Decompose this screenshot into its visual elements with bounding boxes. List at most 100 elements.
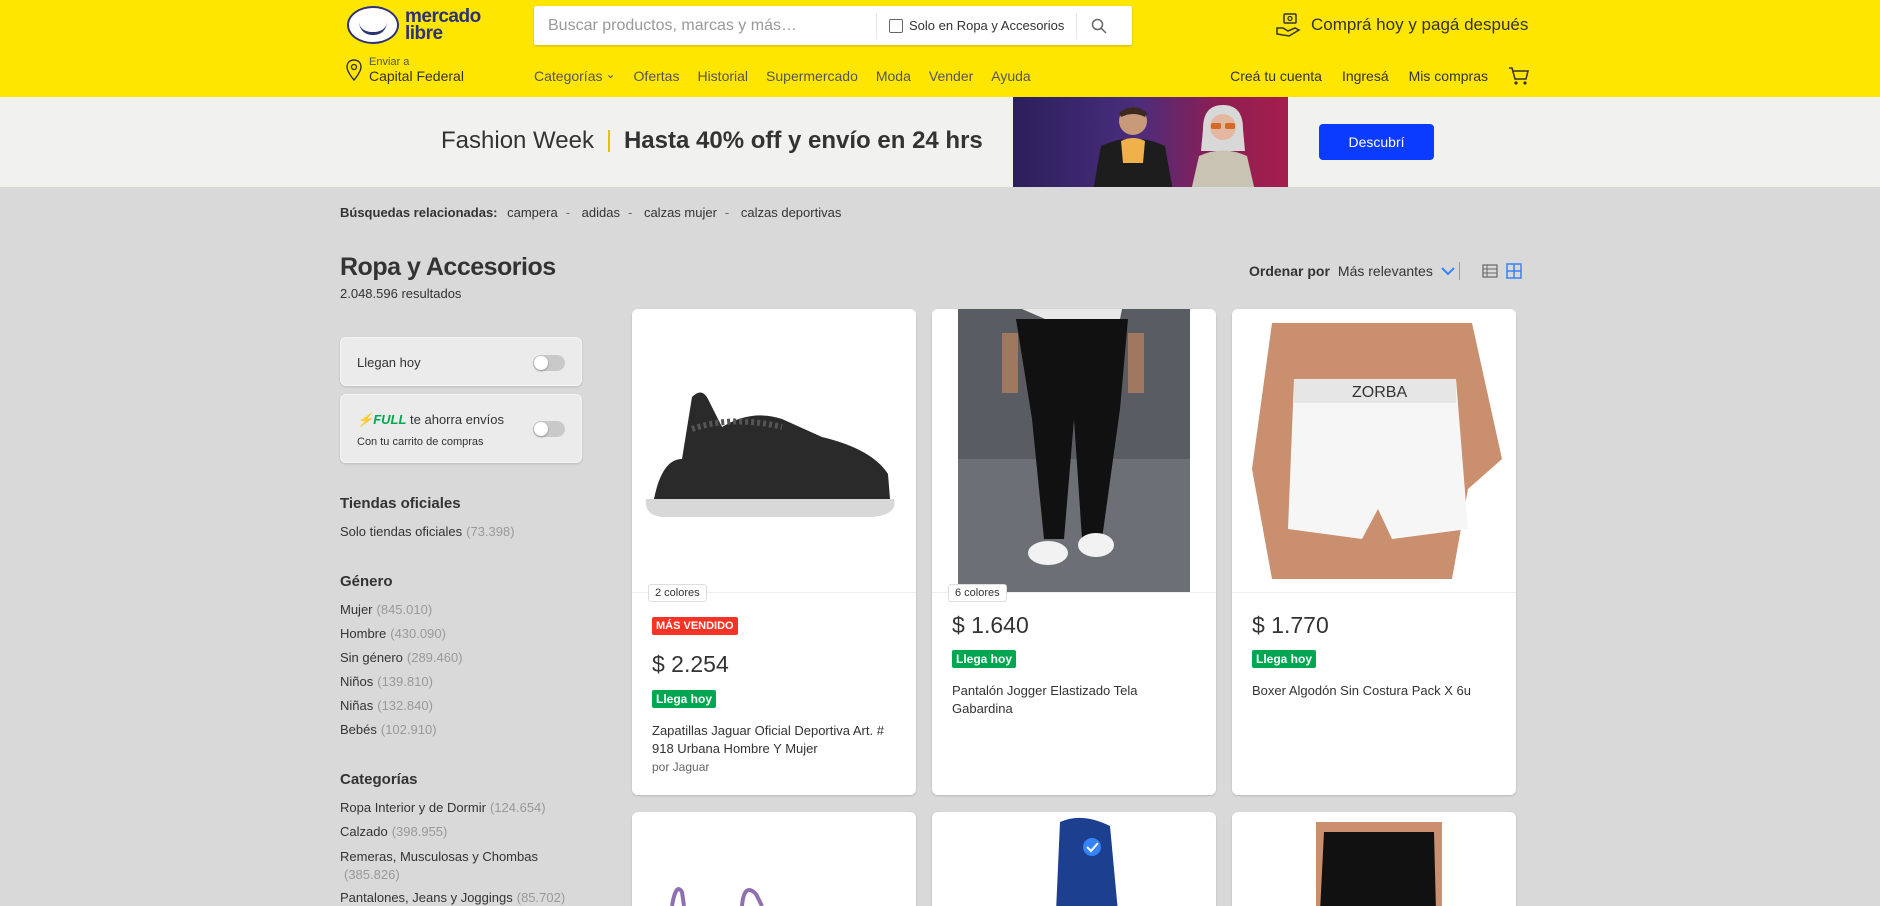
filter-option[interactable]: Ropa Interior y de Dormir (124.654) [340, 800, 565, 824]
chevron-down-icon [1441, 267, 1455, 276]
sneaker-image [645, 392, 895, 517]
nav-ofertas[interactable]: Ofertas [634, 68, 680, 84]
filter-option[interactable]: Mujer (845.010) [340, 602, 463, 626]
separator: - [565, 205, 571, 220]
checkbox[interactable] [889, 18, 903, 33]
delivery-location[interactable]: Enviar a Capital Federal [345, 56, 464, 84]
filter-categorias: Categorías Ropa Interior y de Dormir (124… [340, 771, 565, 906]
list-view-icon[interactable] [1482, 263, 1498, 279]
location-small-label: Enviar a [369, 56, 410, 68]
llegan-hoy-filter[interactable]: Llegan hoy [340, 337, 582, 386]
full-toggle[interactable] [533, 421, 565, 437]
search-category-filter[interactable]: Solo en Ropa y Accesorios [876, 12, 1076, 39]
logo-text: mercado libre [405, 6, 481, 44]
hand-money-icon [1276, 13, 1301, 37]
female-model-image [1191, 105, 1255, 187]
related-term[interactable]: calzas mujer [644, 205, 717, 220]
divider [1459, 262, 1460, 280]
best-seller-badge: MÁS VENDIDO [652, 617, 738, 635]
product-image [1316, 822, 1442, 906]
product-brand: por Jaguar [652, 760, 710, 774]
product-title[interactable]: Pantalón Jogger Elastizado Tela Gabardin… [952, 682, 1200, 718]
nav-moda[interactable]: Moda [876, 68, 911, 84]
product-image[interactable]: ZORBA [1232, 309, 1516, 593]
product-title[interactable]: Boxer Algodón Sin Costura Pack X 6u [1252, 682, 1500, 700]
llegan-hoy-label: Llegan hoy [357, 355, 421, 370]
product-card[interactable] [932, 812, 1216, 906]
colors-tag: 2 colores [648, 584, 707, 602]
brand-logo: ZORBA [1352, 384, 1407, 401]
product-card[interactable]: 2 colores MÁS VENDIDO $ 2.254 Llega hoy … [632, 309, 916, 795]
full-badge: ⚡FULL [357, 412, 407, 427]
product-title[interactable]: Zapatillas Jaguar Oficial Deportiva Art.… [652, 722, 900, 758]
nav-ayuda[interactable]: Ayuda [991, 68, 1030, 84]
delivery-badge: Llega hoy [1252, 650, 1317, 668]
header: mercadolibre Solo en Ropa y Accesorios C… [0, 0, 1880, 97]
sort-dropdown[interactable]: Ordenar por Más relevantes [1249, 263, 1455, 279]
filter-option[interactable]: Solo tiendas oficiales (73.398) [340, 524, 515, 548]
main-nav: Categorías Ofertas Historial Supermercad… [534, 68, 1031, 84]
filter-option[interactable]: Niñas (132.840) [340, 698, 463, 722]
search-input[interactable] [534, 6, 876, 45]
jogger-pants-image [958, 309, 1190, 592]
related-term[interactable]: calzas deportivas [741, 205, 841, 220]
product-card[interactable] [1232, 812, 1516, 906]
filter-title: Género [340, 573, 393, 590]
product-price: $ 2.254 [652, 651, 729, 677]
filter-option[interactable]: Remeras, Musculosas y Chombas (385.826) [340, 848, 560, 890]
user-nav: Creá tu cuenta Ingresá Mis compras [1230, 66, 1530, 86]
filter-title: Categorías [340, 771, 418, 788]
filter-title: Tiendas oficiales [340, 495, 461, 512]
product-image [1056, 817, 1118, 906]
related-term[interactable]: adidas [582, 205, 620, 220]
results-count: 2.048.596 resultados [340, 286, 462, 301]
banner-models-image [1013, 97, 1288, 187]
product-price: $ 1.770 [1252, 612, 1329, 638]
nav-categorias[interactable]: Categorías [534, 68, 616, 84]
nav-vender[interactable]: Vender [929, 68, 973, 84]
location-name: Capital Federal [369, 68, 464, 84]
filter-option[interactable]: Hombre (430.090) [340, 626, 463, 650]
search-filter-label: Solo en Ropa y Accesorios [909, 18, 1065, 33]
create-account-link[interactable]: Creá tu cuenta [1230, 68, 1322, 84]
product-image[interactable] [932, 309, 1216, 593]
login-link[interactable]: Ingresá [1342, 68, 1389, 84]
male-model-image [1093, 107, 1173, 187]
product-price: $ 1.640 [952, 612, 1029, 638]
cart-icon[interactable] [1508, 66, 1530, 86]
product-card[interactable]: ZORBA $ 1.770 Llega hoy Boxer Algodón Si… [1232, 309, 1516, 795]
llegan-hoy-toggle[interactable] [533, 355, 565, 371]
product-card[interactable] [632, 812, 916, 906]
filter-tiendas-oficiales: Tiendas oficiales Solo tiendas oficiales… [340, 495, 515, 548]
product-image [670, 887, 764, 906]
mercadolibre-logo[interactable]: mercado libre [347, 6, 481, 44]
filter-option[interactable]: Niños (139.810) [340, 674, 463, 698]
filter-option[interactable]: Pantalones, Jeans y Joggings (85.702) [340, 890, 565, 906]
banner-left-text: Fashion Week [441, 127, 594, 154]
full-shipping-filter[interactable]: ⚡FULL te ahorra envíos Con tu carrito de… [340, 394, 582, 463]
sort-label: Ordenar por [1249, 263, 1330, 279]
filter-option[interactable]: Bebés (102.910) [340, 722, 463, 746]
related-term[interactable]: campera [507, 205, 558, 220]
related-searches: Búsquedas relacionadas: campera - adidas -… [340, 205, 841, 220]
grid-view-icon[interactable] [1506, 263, 1522, 279]
location-pin-icon [346, 59, 362, 81]
page-title: Ropa y Accesorios [340, 253, 556, 281]
product-image[interactable] [632, 309, 916, 593]
delivery-badge: Llega hoy [952, 650, 1017, 668]
my-purchases-link[interactable]: Mis compras [1409, 68, 1488, 84]
promo-banner[interactable]: Fashion Week Hasta 40% off y envío en 24… [0, 97, 1880, 187]
search-button[interactable] [1076, 12, 1120, 39]
filter-option[interactable]: Calzado (398.955) [340, 824, 565, 848]
full-subtitle: Con tu carrito de compras [357, 436, 484, 448]
promo-text: Comprá hoy y pagá después [1311, 15, 1529, 34]
separator: - [724, 205, 730, 220]
banner-text: Fashion Week Hasta 40% off y envío en 24… [441, 127, 983, 155]
nav-historial[interactable]: Historial [697, 68, 748, 84]
nav-supermercado[interactable]: Supermercado [766, 68, 858, 84]
buy-now-pay-later-promo[interactable]: Comprá hoy y pagá después [1275, 12, 1528, 38]
product-card[interactable]: 6 colores $ 1.640 Llega hoy Pantalón Jog… [932, 309, 1216, 795]
related-label: Búsquedas relacionadas: [340, 205, 498, 220]
filter-option[interactable]: Sin género (289.460) [340, 650, 463, 674]
discover-button[interactable]: Descubrí [1319, 124, 1434, 160]
